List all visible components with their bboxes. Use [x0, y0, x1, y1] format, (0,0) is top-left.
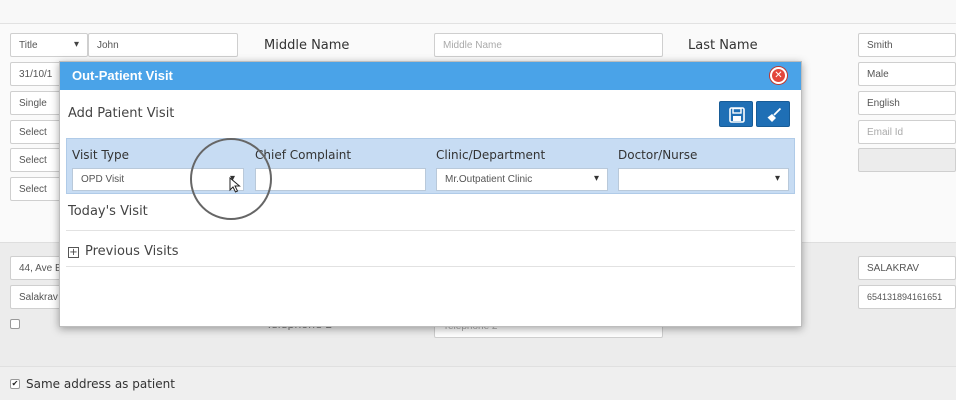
clinic-department-label: Clinic/Department	[436, 148, 546, 162]
right-address-input[interactable]: SALAKRAV	[858, 256, 956, 280]
close-icon[interactable]: ✕	[770, 67, 787, 84]
save-icon	[729, 107, 745, 123]
same-address-label: Same address as patient	[26, 377, 175, 391]
last-name-label: Last Name	[688, 38, 758, 53]
out-patient-visit-modal: Out-Patient Visit ✕ Add Patient Visit Vi…	[59, 61, 802, 327]
plus-box-icon: +	[68, 247, 79, 258]
divider	[66, 230, 795, 231]
visit-details-row: Visit Type OPD Visit Chief Complaint Cli…	[66, 138, 795, 194]
gender-select[interactable]: Male	[858, 62, 956, 86]
section-title: Add Patient Visit	[68, 106, 175, 121]
clear-button[interactable]	[756, 101, 790, 127]
first-name-input[interactable]: John	[88, 33, 238, 57]
top-bar	[0, 0, 956, 24]
doctor-nurse-select[interactable]	[618, 168, 789, 191]
broom-icon	[767, 107, 782, 122]
title-select[interactable]: Title	[10, 33, 88, 57]
same-address-checkbox[interactable]: ✔	[10, 379, 20, 389]
email-input[interactable]: Email Id	[858, 120, 956, 144]
doctor-nurse-label: Doctor/Nurse	[618, 148, 698, 162]
modal-title: Out-Patient Visit	[72, 68, 173, 83]
divider	[66, 266, 795, 267]
phone-input[interactable]: 654131894161651	[858, 285, 956, 309]
middle-name-label: Middle Name	[264, 38, 350, 53]
last-name-input[interactable]: Smith	[858, 33, 956, 57]
chief-complaint-label: Chief Complaint	[255, 148, 352, 162]
todays-visit-heading: Today's Visit	[68, 204, 148, 219]
language-select[interactable]: English	[858, 91, 956, 115]
middle-name-input[interactable]: Middle Name	[434, 33, 663, 57]
previous-visits-label: Previous Visits	[85, 244, 179, 259]
checkbox-unchecked[interactable]	[10, 319, 20, 329]
chief-complaint-input[interactable]	[255, 168, 426, 191]
clinic-department-select[interactable]: Mr.Outpatient Clinic	[436, 168, 608, 191]
previous-visits-toggle[interactable]: + Previous Visits	[68, 244, 179, 259]
save-button[interactable]	[719, 101, 753, 127]
disabled-field	[858, 148, 956, 172]
visit-type-select[interactable]: OPD Visit	[72, 168, 244, 191]
modal-header: Out-Patient Visit ✕	[60, 62, 801, 90]
visit-type-label: Visit Type	[72, 148, 129, 162]
